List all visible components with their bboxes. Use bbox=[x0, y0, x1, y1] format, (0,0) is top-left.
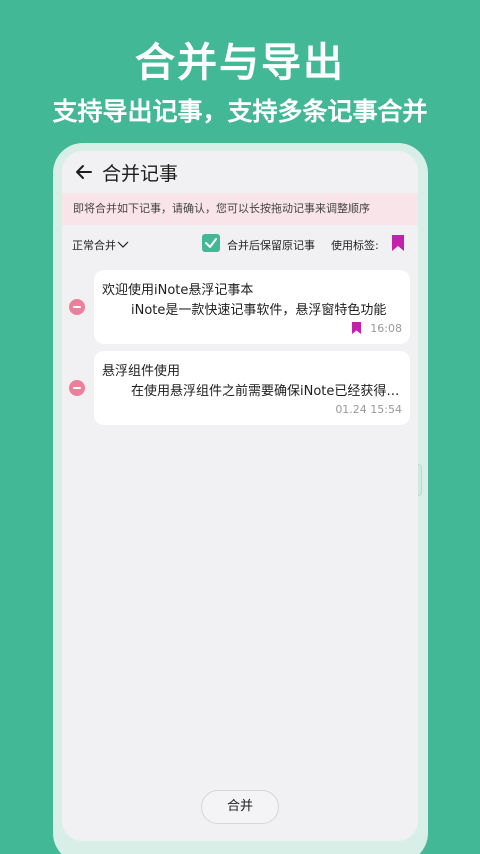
top-bar: 合并记事 bbox=[62, 151, 418, 193]
chevron-down-icon bbox=[117, 241, 129, 248]
merge-mode-select[interactable]: 正常合并 bbox=[72, 237, 129, 253]
promo-title: 合并与导出 bbox=[135, 40, 345, 86]
use-tag-label: 使用标签: bbox=[331, 239, 379, 252]
arrow-left-icon[interactable] bbox=[74, 162, 94, 182]
note-body: iNote是一款快速记事软件，悬浮窗特色功能 bbox=[131, 303, 387, 318]
note-time: 16:08 bbox=[370, 322, 402, 335]
keep-original-label: 合并后保留原记事 bbox=[227, 239, 315, 252]
note-card[interactable]: 悬浮组件使用 在使用悬浮组件之前需要确保iNote已经获得悬浮窗权限 01.24… bbox=[94, 351, 410, 425]
app-screen: 合并记事 即将合并如下记事，请确认，您可以长按拖动记事来调整顺序 正常合并 合并… bbox=[62, 151, 418, 841]
note-card[interactable]: 欢迎使用iNote悬浮记事本 iNote是一款快速记事软件，悬浮窗特色功能 16… bbox=[94, 270, 410, 344]
merge-options-bar: 正常合并 合并后保留原记事 使用标签: bbox=[62, 225, 418, 265]
check-icon bbox=[205, 238, 217, 248]
keep-original-checkbox[interactable] bbox=[202, 234, 220, 252]
bookmark-tag-icon[interactable] bbox=[392, 235, 404, 251]
promo-subtitle: 支持导出记事，支持多条记事合并 bbox=[52, 97, 428, 126]
note-time: 01.24 15:54 bbox=[335, 403, 402, 416]
notice-banner: 即将合并如下记事，请确认，您可以长按拖动记事来调整顺序 bbox=[62, 193, 418, 225]
note-title: 悬浮组件使用 bbox=[102, 364, 181, 379]
bookmark-tag-icon bbox=[352, 322, 361, 334]
remove-note-icon[interactable] bbox=[69, 380, 85, 396]
page-title: 合并记事 bbox=[102, 163, 179, 185]
merge-button[interactable]: 合并 bbox=[201, 790, 279, 824]
note-body: 在使用悬浮组件之前需要确保iNote已经获得悬浮窗权限 bbox=[131, 384, 401, 399]
merge-mode-value: 正常合并 bbox=[72, 239, 116, 252]
note-title: 欢迎使用iNote悬浮记事本 bbox=[102, 283, 254, 298]
remove-note-icon[interactable] bbox=[69, 299, 85, 315]
